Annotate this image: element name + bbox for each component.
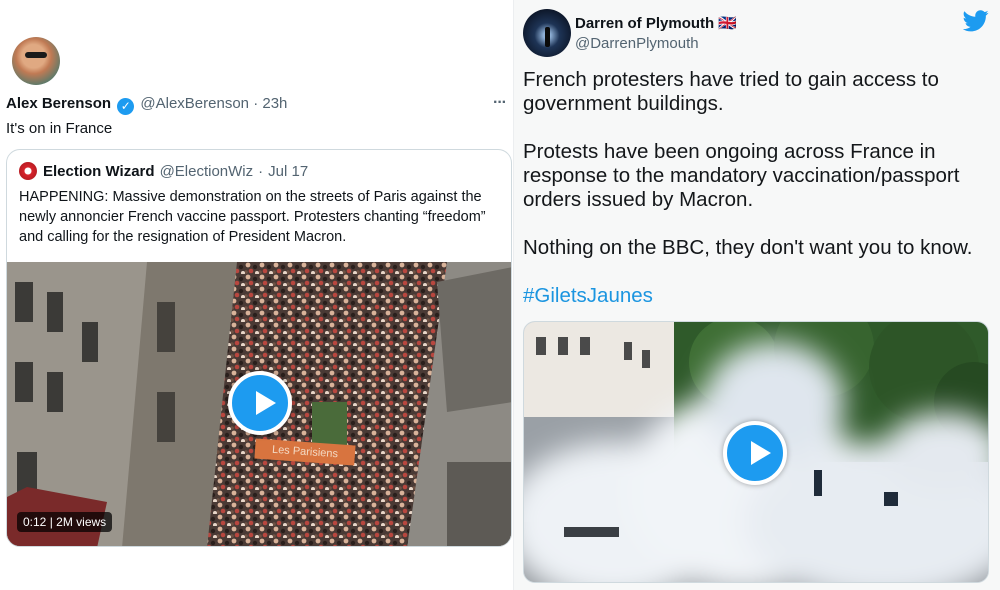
play-icon[interactable] xyxy=(228,371,292,435)
election-wizard-avatar[interactable] xyxy=(19,162,37,180)
author-handle[interactable]: @AlexBerenson xyxy=(140,95,249,112)
quoted-text: HAPPENING: Massive demonstration on the … xyxy=(19,189,486,245)
separator-dot: · xyxy=(258,162,264,180)
right-tweet-body: French protesters have tried to gain acc… xyxy=(523,68,993,308)
sunglasses-shape xyxy=(25,52,47,58)
avatar-figure xyxy=(545,27,550,47)
tweet-paragraph-2: Protests have been ongoing across France… xyxy=(523,140,960,211)
video-duration: 0:12 xyxy=(23,515,47,529)
video-views: 2M views xyxy=(56,515,107,529)
quoted-date[interactable]: Jul 17 xyxy=(268,163,308,180)
quoted-author-name[interactable]: Election Wizard xyxy=(43,163,155,180)
play-icon[interactable] xyxy=(723,421,787,485)
left-tweet: Alex Berenson ✓ @AlexBerenson · 23h ··· … xyxy=(0,0,513,590)
twitter-bird-icon[interactable] xyxy=(963,10,989,32)
verified-badge-icon: ✓ xyxy=(117,98,135,115)
alex-berenson-avatar[interactable] xyxy=(12,37,60,85)
right-video[interactable] xyxy=(523,321,989,583)
more-options-icon[interactable]: ··· xyxy=(493,94,507,112)
separator-dot: · xyxy=(253,95,259,112)
darren-avatar[interactable] xyxy=(523,9,571,57)
video-separator: | xyxy=(49,515,53,529)
tweet-text: It's on in France xyxy=(6,120,113,137)
tweet-paragraph-3: Nothing on the BBC, they don't want you … xyxy=(523,236,973,259)
tweet-time[interactable]: 23h xyxy=(262,95,287,112)
right-author-name[interactable]: Darren of Plymouth 🇬🇧 xyxy=(575,14,737,32)
quoted-header: Election Wizard @ElectionWiz · Jul 17 xyxy=(19,162,308,180)
video-stats: 0:12 | 2M views xyxy=(17,512,113,532)
hashtag-link[interactable]: #GiletsJaunes xyxy=(523,284,993,308)
right-tweet: Darren of Plymouth 🇬🇧 @DarrenPlymouth Fr… xyxy=(513,0,1000,590)
quoted-video[interactable]: Les Parisiens 0:12 | 2M views xyxy=(7,262,511,546)
tweet-paragraph-1: French protesters have tried to gain acc… xyxy=(523,68,939,115)
quoted-author-handle[interactable]: @ElectionWiz xyxy=(160,163,254,180)
right-author-handle[interactable]: @DarrenPlymouth xyxy=(575,35,699,52)
uk-flag-icon: 🇬🇧 xyxy=(718,15,738,32)
author-name[interactable]: Alex Berenson xyxy=(6,95,111,112)
author-name-text: Darren of Plymouth xyxy=(575,15,715,32)
tweet-header: Alex Berenson ✓ @AlexBerenson · 23h xyxy=(6,95,287,115)
quoted-tweet-card[interactable]: Election Wizard @ElectionWiz · Jul 17 HA… xyxy=(6,149,512,547)
